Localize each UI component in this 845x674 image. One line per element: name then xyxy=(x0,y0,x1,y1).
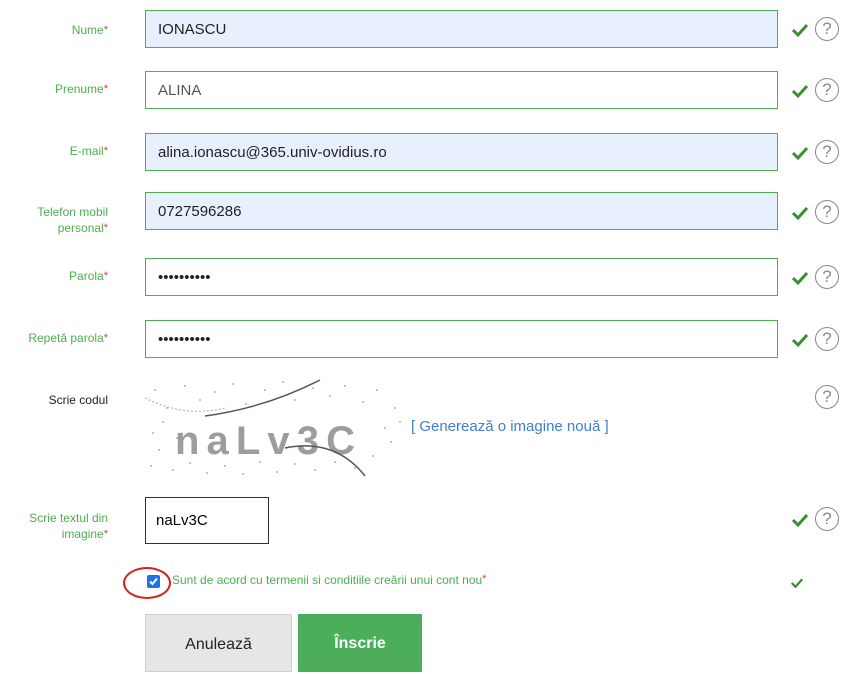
label-captcha: Scrie codul xyxy=(48,393,108,407)
check-icon xyxy=(791,146,809,161)
help-icon[interactable]: ? xyxy=(815,17,839,41)
label-nume: Nume* xyxy=(71,23,108,37)
email-input[interactable] xyxy=(145,133,778,171)
regenerate-captcha-link[interactable]: [ Generează o imagine nouă ] xyxy=(411,418,609,435)
label-captcha-input: Scrie textul din imagine* xyxy=(29,511,108,541)
help-icon[interactable]: ? xyxy=(815,507,839,531)
check-icon xyxy=(791,271,809,286)
captcha-input[interactable] xyxy=(145,497,269,544)
help-icon[interactable]: ? xyxy=(815,140,839,164)
check-icon xyxy=(791,206,809,221)
password-input[interactable] xyxy=(145,258,778,296)
nume-input[interactable] xyxy=(145,10,778,48)
check-icon xyxy=(791,513,809,528)
prenume-input[interactable] xyxy=(145,71,778,109)
help-icon[interactable]: ? xyxy=(815,385,839,409)
help-icon[interactable]: ? xyxy=(815,78,839,102)
phone-input[interactable] xyxy=(145,192,778,230)
help-icon[interactable]: ? xyxy=(815,327,839,351)
help-icon[interactable]: ? xyxy=(815,200,839,224)
cancel-button[interactable]: Anulează xyxy=(145,614,292,672)
check-icon xyxy=(790,578,804,589)
submit-button[interactable]: Înscrie xyxy=(298,614,422,672)
check-icon xyxy=(791,84,809,99)
repeat-password-input[interactable] xyxy=(145,320,778,358)
label-prenume: Prenume* xyxy=(55,82,108,96)
check-icon xyxy=(791,23,809,38)
annotation-circle xyxy=(123,567,171,599)
help-icon[interactable]: ? xyxy=(815,265,839,289)
check-icon xyxy=(791,333,809,348)
label-parola: Parola* xyxy=(69,269,108,283)
label-telefon: Telefon mobil personal* xyxy=(37,205,108,235)
label-email: E-mail* xyxy=(69,144,108,158)
captcha-image: naLv3C xyxy=(145,378,407,478)
label-repeta-parola: Repetă parola* xyxy=(28,331,108,345)
terms-label: Sunt de acord cu termenii si conditiile … xyxy=(172,573,487,587)
